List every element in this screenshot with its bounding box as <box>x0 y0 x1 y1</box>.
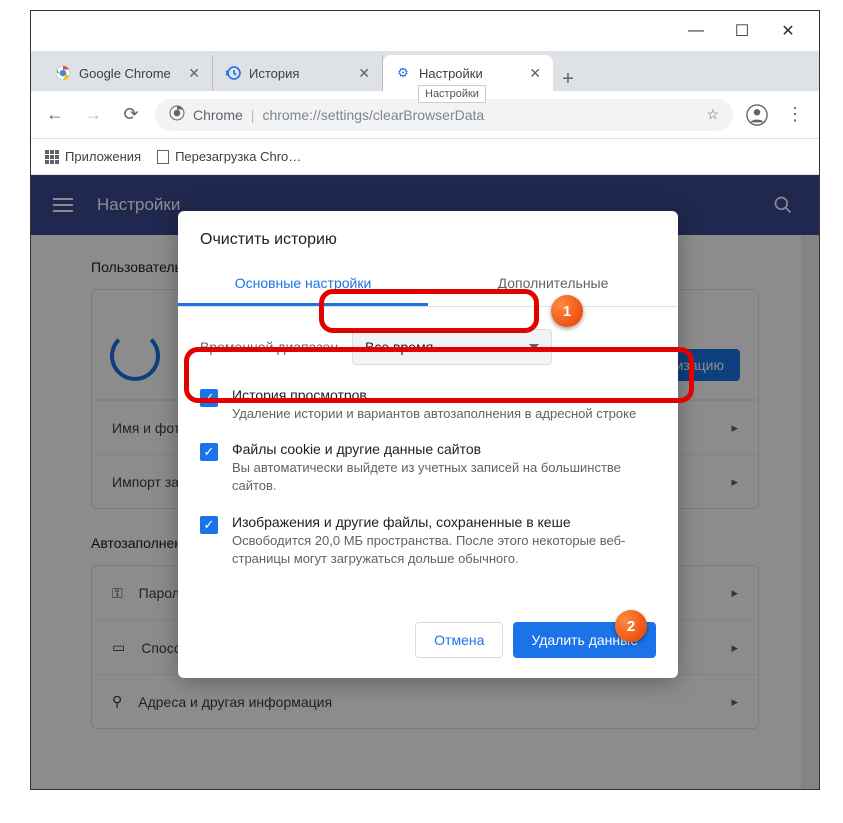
annotation-badge-2: 2 <box>615 610 647 642</box>
close-icon[interactable]: ✕ <box>765 15 811 47</box>
option-cache-row[interactable]: ✓ Изображения и другие файлы, сохраненны… <box>200 514 656 568</box>
time-range-select[interactable]: Все время <box>352 329 552 365</box>
tab-google-chrome[interactable]: Google Chrome ✕ <box>43 55 213 91</box>
apps-shortcut[interactable]: Приложения <box>45 149 141 164</box>
option-desc: Освободится 20,0 МБ пространства. После … <box>232 532 656 568</box>
option-title: История просмотров <box>232 387 636 403</box>
address-bar[interactable]: Chrome | chrome://settings/clearBrowserD… <box>155 99 733 131</box>
option-desc: Вы автоматически выйдете из учетных запи… <box>232 459 656 495</box>
tab-close-icon[interactable]: ✕ <box>188 65 200 82</box>
annotation-badge-1: 1 <box>551 295 583 327</box>
option-cookies-row[interactable]: ✓ Файлы cookie и другие данные сайтов Вы… <box>200 441 656 495</box>
tab-label: Google Chrome <box>79 66 171 81</box>
bookmark-star-icon[interactable]: ☆ <box>706 106 719 123</box>
dialog-tabs: Основные настройки Дополнительные <box>178 263 678 307</box>
history-favicon-icon <box>225 65 241 81</box>
bookmark-item[interactable]: Перезагрузка Chro… <box>157 149 301 164</box>
site-info-icon <box>169 105 185 124</box>
chrome-favicon-icon <box>55 65 71 81</box>
tab-label: История <box>249 66 299 81</box>
back-icon[interactable]: ← <box>41 101 69 129</box>
maximize-icon[interactable]: ☐ <box>719 15 765 47</box>
gear-favicon-icon: ⚙ <box>395 65 411 81</box>
apps-label: Приложения <box>65 149 141 164</box>
time-range-label: Временной диапазон <box>200 339 338 355</box>
minimize-icon[interactable]: — <box>673 15 719 47</box>
cancel-button[interactable]: Отмена <box>415 622 503 658</box>
forward-icon[interactable]: → <box>79 101 107 129</box>
tab-close-icon[interactable]: ✕ <box>358 65 370 82</box>
tab-label: Настройки <box>419 66 483 81</box>
reload-icon[interactable]: ⟳ <box>117 101 145 129</box>
page-content: Настройки Пользователь Интеллектуальные … <box>31 175 819 789</box>
menu-dots-icon[interactable]: ⋮ <box>781 101 809 129</box>
page-icon <box>157 150 169 164</box>
profile-icon[interactable] <box>743 101 771 129</box>
tab-advanced[interactable]: Дополнительные <box>428 263 678 306</box>
checkbox-checked-icon[interactable]: ✓ <box>200 516 218 534</box>
tab-basic[interactable]: Основные настройки <box>178 263 428 306</box>
tab-close-icon[interactable]: ✕ <box>529 65 541 82</box>
bookmarks-bar: Приложения Перезагрузка Chro… <box>31 139 819 175</box>
checkbox-checked-icon[interactable]: ✓ <box>200 389 218 407</box>
apps-grid-icon <box>45 150 59 164</box>
option-history-row[interactable]: ✓ История просмотров Удаление истории и … <box>200 387 656 423</box>
dialog-title: Очистить историю <box>178 211 678 263</box>
bookmark-label: Перезагрузка Chro… <box>175 149 301 164</box>
tab-history[interactable]: История ✕ <box>213 55 383 91</box>
tab-strip: Google Chrome ✕ История ✕ ⚙ Настройки ✕ … <box>31 51 819 91</box>
url-path: chrome://settings/clearBrowserData <box>262 107 484 123</box>
option-title: Изображения и другие файлы, сохраненные … <box>232 514 656 530</box>
select-value: Все время <box>365 339 433 355</box>
option-title: Файлы cookie и другие данные сайтов <box>232 441 656 457</box>
option-desc: Удаление истории и вариантов автозаполне… <box>232 405 636 423</box>
window-titlebar: — ☐ ✕ <box>31 11 819 51</box>
browser-window: — ☐ ✕ Google Chrome ✕ История ✕ ⚙ Настро… <box>30 10 820 790</box>
caret-down-icon <box>529 344 539 350</box>
url-host: Chrome <box>193 107 243 123</box>
checkbox-checked-icon[interactable]: ✓ <box>200 443 218 461</box>
new-tab-button[interactable]: + <box>553 68 583 91</box>
tab-settings[interactable]: ⚙ Настройки ✕ <box>383 55 553 91</box>
clear-data-dialog: Очистить историю Основные настройки Допо… <box>178 211 678 678</box>
